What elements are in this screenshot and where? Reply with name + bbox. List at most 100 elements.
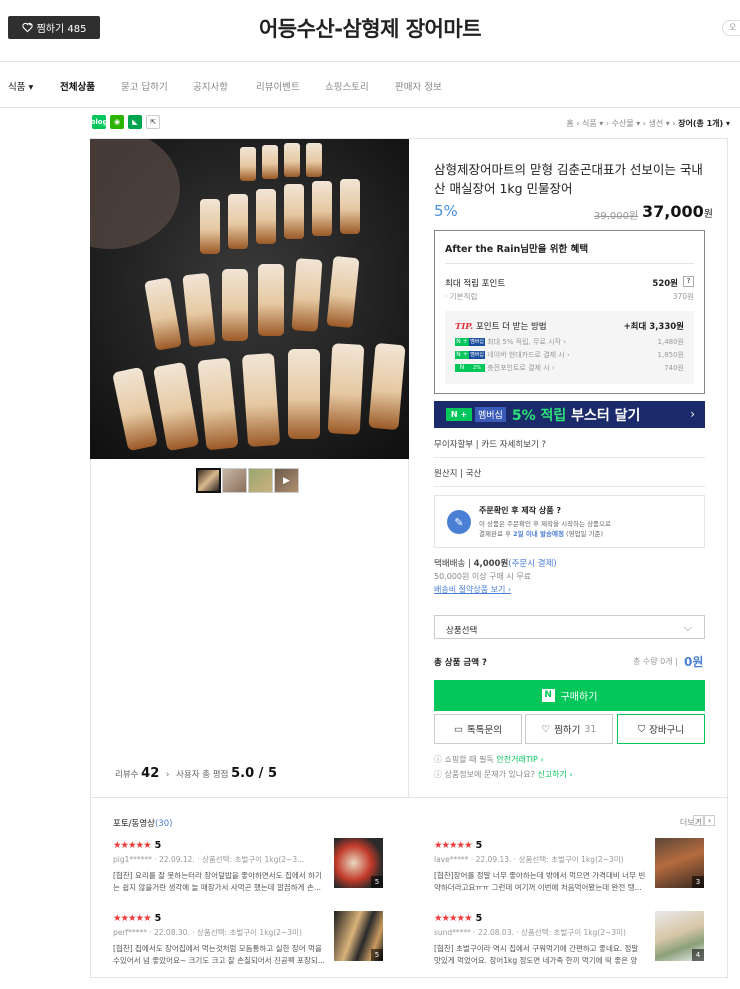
breadcrumb-path[interactable]: 홈 › 식품 ▾ › 수산물 ▾ › 생선 ▾ › bbox=[566, 119, 678, 128]
thumbnail-1[interactable] bbox=[196, 468, 221, 493]
membership-badge-icon: 멤버십 bbox=[469, 338, 485, 346]
star-rating: ★★★★★ 5 bbox=[113, 913, 161, 924]
store-header: 찜하기 485 어등수산-삼형제 장어마트 오 bbox=[0, 0, 740, 62]
thumbnail-strip: ▶ bbox=[196, 468, 299, 493]
star-rating: ★★★★★ 5 bbox=[113, 840, 161, 851]
order-title: 주문확인 후 제작 상품 ? bbox=[479, 506, 562, 515]
next-button[interactable]: › bbox=[704, 815, 715, 826]
review-item[interactable]: ★★★★★ 5 perf***** · 22.08.30. · 상품선택: 초벌구… bbox=[113, 911, 383, 973]
rating-label: 사용자 총 평점 bbox=[176, 770, 229, 780]
option-select[interactable]: 상품선택 ⌵ bbox=[434, 615, 705, 639]
rating-value: 5.0 bbox=[231, 766, 255, 781]
review-item[interactable]: ★★★★★ 5 pig1****** · 22.09.12. · 상품선택: 초벌… bbox=[113, 838, 383, 900]
video-thumbnail[interactable]: ▶ bbox=[274, 468, 299, 493]
cart-label: 장바구니 bbox=[649, 725, 685, 736]
image-count: 5 bbox=[371, 949, 383, 961]
divider bbox=[445, 263, 694, 264]
main-product-image[interactable] bbox=[90, 139, 409, 459]
breadcrumb-current[interactable]: 장어(총 1개) ▾ bbox=[678, 119, 730, 128]
nav-review-event[interactable]: 리뷰이벤트 bbox=[256, 79, 300, 93]
talk-icon[interactable]: ◉ bbox=[110, 115, 124, 129]
final-price-value: 37,000 bbox=[642, 202, 704, 221]
stars-icon: ★★★★★ bbox=[434, 840, 473, 851]
ship-condition: (주문시 결제) bbox=[508, 559, 557, 569]
prev-button[interactable]: ‹ bbox=[693, 815, 704, 826]
thumbnail-3[interactable] bbox=[248, 468, 273, 493]
review-image[interactable]: 5 bbox=[334, 838, 383, 888]
ship-free-condition: 50,000원 이상 구매 시 무료 bbox=[434, 572, 532, 581]
order-line-1: 이 상품은 주문확인 후 제작을 시작하는 상품으로 bbox=[479, 520, 611, 528]
review-item[interactable]: ★★★★★ 5 sund***** · 22.08.03. · 상품선택: 초벌구… bbox=[434, 911, 704, 973]
chevron-right-icon: › bbox=[690, 407, 695, 421]
review-image[interactable]: 4 bbox=[655, 911, 704, 961]
talk-inquiry-button[interactable]: ▭ 톡톡문의 bbox=[434, 714, 522, 744]
safe-trade-link[interactable]: 안전거래TIP › bbox=[496, 755, 543, 764]
membership-booster-banner[interactable]: N + 멤버십 5% 적립 부스터 달기 › bbox=[434, 401, 705, 428]
tip-row-1[interactable]: N + 멤버십 최대 5% 적립, 무료 시작 › bbox=[455, 337, 566, 347]
buy-button[interactable]: N 구매하기 bbox=[434, 680, 705, 711]
tip-box: TIP. 포인트 더 받는 방법 +최대 3,330원 N + 멤버십 최대 5%… bbox=[445, 311, 694, 384]
benefit-box: After the Rain님만을 위한 혜택 최대 적립 포인트 520원 ?… bbox=[434, 230, 705, 394]
stars-icon: ★★★★★ bbox=[113, 840, 152, 851]
notice1-text: ⓘ 쇼핑할 때 필독 bbox=[434, 755, 497, 764]
review-text: [협찬] 집에서도 장어집에서 먹는것처럼 모듬통하고 실한 장어 먹을수있어서… bbox=[113, 944, 325, 965]
image-count: 5 bbox=[371, 876, 383, 888]
edit-document-icon: ✎ bbox=[447, 510, 471, 534]
tip-label: TIP. bbox=[455, 322, 474, 332]
order-line-2c: (영업일 기준) bbox=[563, 530, 604, 538]
ship-saving-link[interactable]: 배송비 절약상품 보기 › bbox=[434, 584, 511, 595]
photo-review-label: 포토/동영상 bbox=[113, 819, 155, 829]
installment-info[interactable]: 무이자할부 | 카드 자세히보기 ? bbox=[434, 438, 546, 450]
help-icon[interactable]: ? bbox=[683, 276, 694, 287]
buy-label: 구매하기 bbox=[560, 692, 598, 703]
naver-pay-icon: N bbox=[541, 689, 555, 702]
review-score: 5 bbox=[475, 913, 483, 924]
image-count: 3 bbox=[692, 876, 704, 888]
story-icon[interactable]: ◣ bbox=[128, 115, 142, 129]
made-to-order-box: ✎ 주문확인 후 제작 상품 ? 이 상품은 주문확인 후 제작을 시작하는 상… bbox=[434, 495, 705, 548]
share-row: blog ◉ ◣ ⇱ bbox=[90, 115, 160, 129]
review-count[interactable]: 42 bbox=[141, 766, 159, 781]
max-point-label: 최대 적립 포인트 bbox=[445, 279, 506, 289]
notice2-text: ⓘ 상품정보에 문제가 있나요? bbox=[434, 770, 538, 779]
tip-row-2-value: 1,850원 bbox=[657, 351, 684, 359]
review-image[interactable]: 5 bbox=[334, 911, 383, 961]
product-title: 삼형제장어마트의 맏형 김춘곤대표가 선보이는 국내산 매실장어 1kg 민물장… bbox=[434, 162, 703, 196]
nav-category[interactable]: 식품 ▾ bbox=[8, 79, 33, 93]
booster-rest: 부스터 달기 bbox=[566, 407, 641, 424]
share-icon[interactable]: ⇱ bbox=[146, 115, 160, 129]
tip-row-2[interactable]: N + 멤버십 네이버 현대카드로 결제 시 › bbox=[455, 350, 570, 360]
tip-row-2-text: 네이버 현대카드로 결제 시 › bbox=[487, 351, 570, 359]
report-link[interactable]: 신고하기 › bbox=[537, 770, 572, 779]
blog-icon[interactable]: blog bbox=[90, 115, 108, 129]
store-title[interactable]: 어등수산-삼형제 장어마트 bbox=[0, 13, 740, 43]
nav-all-products[interactable]: 전체상품 bbox=[60, 79, 95, 93]
header-right-button[interactable]: 오 bbox=[722, 20, 740, 36]
review-item[interactable]: ★★★★★ 5 lave***** · 22.09.13. · 상품선택: 초벌구… bbox=[434, 838, 704, 900]
stars-icon: ★★★★★ bbox=[113, 913, 152, 924]
review-meta: perf***** · 22.08.30. · 상품선택: 초벌구이 1kg(2… bbox=[113, 928, 302, 937]
heart-icon: ♡ bbox=[541, 723, 551, 735]
nav-seller-info[interactable]: 판매자 정보 bbox=[395, 79, 442, 93]
thumbnail-2[interactable] bbox=[222, 468, 247, 493]
discount-rate: 5% bbox=[434, 202, 458, 220]
cart-button[interactable]: ⛉ 장바구니 bbox=[617, 714, 705, 744]
booster-text: 5% 적립 부스터 달기 bbox=[512, 405, 641, 425]
tip-row-3[interactable]: N 2% 충전포인트로 결제 시 › bbox=[455, 363, 555, 373]
ship-price: 4,000원 bbox=[473, 559, 509, 569]
nav-notice[interactable]: 공지사항 bbox=[193, 79, 228, 93]
total-qty: 총 수량 0개 | bbox=[633, 657, 678, 666]
breadcrumb[interactable]: 홈 › 식품 ▾ › 수산물 ▾ › 생선 ▾ › 장어(총 1개) ▾ bbox=[566, 118, 730, 129]
zzim-button[interactable]: ♡ 찜하기 31 bbox=[525, 714, 613, 744]
review-image[interactable]: 3 bbox=[655, 838, 704, 888]
tip-max: +최대 3,330원 bbox=[623, 322, 684, 332]
nav-shopping-story[interactable]: 쇼핑스토리 bbox=[325, 79, 369, 93]
review-score: 5 bbox=[475, 840, 483, 851]
membership-badge-icon: 멤버십 bbox=[469, 351, 485, 359]
nav-qna[interactable]: 묻고 답하기 bbox=[121, 79, 168, 93]
photo-review-title: 포토/동영상(30) bbox=[113, 817, 172, 829]
zzim-label: 찜하기 bbox=[554, 725, 581, 736]
stars-icon: ★★★★★ bbox=[434, 913, 473, 924]
tip-row-1-value: 1,480원 bbox=[657, 338, 684, 346]
two-percent-badge-icon: 2% bbox=[469, 364, 485, 372]
